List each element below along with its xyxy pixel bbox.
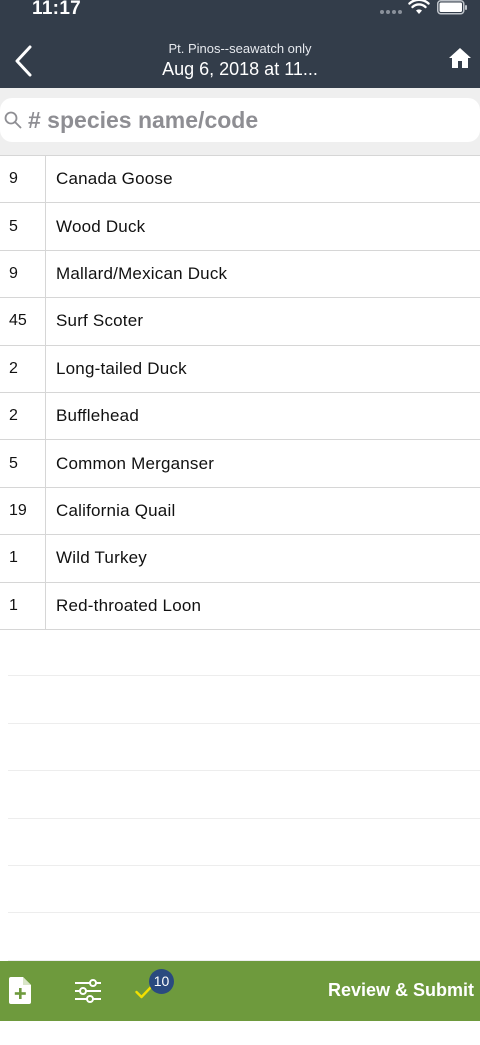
back-icon[interactable] xyxy=(12,44,36,78)
species-count[interactable]: 19 xyxy=(0,487,46,535)
species-count[interactable]: 9 xyxy=(0,156,46,203)
species-search-input[interactable] xyxy=(28,102,468,138)
search-bar xyxy=(0,88,480,155)
species-row[interactable]: 19 California Quail xyxy=(0,487,480,536)
species-name: California Quail xyxy=(56,500,176,520)
search-icon xyxy=(4,111,22,129)
location-subtitle: Pt. Pinos--seawatch only xyxy=(168,41,312,56)
home-icon[interactable] xyxy=(448,46,472,70)
species-name: Long-tailed Duck xyxy=(56,358,187,378)
species-row[interactable]: 1 Red-throated Loon xyxy=(0,582,480,630)
search-box xyxy=(0,98,480,142)
species-row[interactable]: 9 Canada Goose xyxy=(0,156,480,204)
species-name: Surf Scoter xyxy=(56,311,144,331)
status-time: 11:17 xyxy=(32,0,82,19)
species-name: Red-throated Loon xyxy=(56,595,202,615)
species-count[interactable]: 2 xyxy=(0,345,46,392)
species-list: 9 Canada Goose 5 Wood Duck 9 Mallard/Mexican … xyxy=(0,155,480,630)
species-name: Bufflehead xyxy=(56,406,139,426)
species-row[interactable]: 45 Surf Scoter xyxy=(0,298,480,346)
review-submit-button[interactable]: Review & Submit xyxy=(328,980,474,1001)
page-title: Aug 6, 2018 at 11... xyxy=(162,59,318,79)
home-indicator-area xyxy=(0,1021,480,1045)
app-header: 11:17 Pt. Pinos--seawatch only Aug 6, 20… xyxy=(0,0,480,88)
species-name: Wood Duck xyxy=(56,216,146,236)
add-checklist-icon[interactable] xyxy=(9,977,31,1004)
species-row[interactable]: 2 Bufflehead xyxy=(0,392,480,441)
species-name: Common Merganser xyxy=(56,453,215,473)
species-count-badge: 10 xyxy=(149,969,174,994)
species-row[interactable]: 5 Wood Duck xyxy=(0,203,480,251)
species-row[interactable]: 5 Common Merganser xyxy=(0,440,480,488)
species-count[interactable]: 5 xyxy=(0,203,46,250)
species-name: Mallard/Mexican Duck xyxy=(56,263,228,283)
wifi-icon xyxy=(408,0,430,14)
status-bar: 11:17 xyxy=(0,0,480,26)
signal-icon xyxy=(380,10,402,14)
species-count[interactable]: 5 xyxy=(0,440,46,487)
species-row[interactable]: 2 Long-tailed Duck xyxy=(0,345,480,393)
filter-icon[interactable] xyxy=(75,979,101,1003)
species-count[interactable]: 2 xyxy=(0,392,46,440)
species-count[interactable]: 9 xyxy=(0,250,46,298)
species-count[interactable]: 45 xyxy=(0,298,46,345)
species-count[interactable]: 1 xyxy=(0,535,46,582)
battery-icon xyxy=(437,0,467,15)
species-name: Wild Turkey xyxy=(56,548,147,568)
species-row[interactable]: 9 Mallard/Mexican Duck xyxy=(0,250,480,299)
species-name: Canada Goose xyxy=(56,169,173,189)
species-row[interactable]: 1 Wild Turkey xyxy=(0,535,480,583)
species-count[interactable]: 1 xyxy=(0,582,46,629)
bottom-toolbar: 10 Review & Submit xyxy=(0,961,480,1021)
empty-list-area xyxy=(8,629,480,961)
